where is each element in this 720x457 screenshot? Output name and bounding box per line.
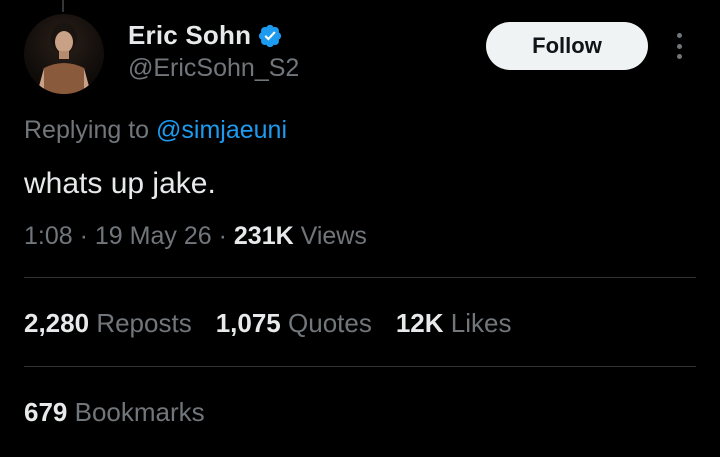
tweet-text: whats up jake. [24, 167, 216, 200]
author-display-name[interactable]: Eric Sohn [128, 20, 251, 51]
reposts-stat[interactable]: 2,280 Reposts [24, 308, 192, 339]
meta-separator: · [218, 222, 227, 250]
engagement-stats: 2,280 Reposts 1,075 Quotes 12K Likes [24, 308, 511, 339]
likes-label: Likes [450, 308, 512, 338]
views-count: 231K [233, 222, 294, 250]
verified-badge-icon [259, 24, 282, 47]
follow-button[interactable]: Follow [486, 22, 648, 70]
more-options-icon[interactable] [668, 30, 690, 62]
tweet-date[interactable]: 19 May 26 [95, 222, 212, 250]
reposts-count: 2,280 [24, 308, 90, 338]
author-handle[interactable]: @EricSohn_S2 [128, 54, 299, 83]
divider [24, 366, 696, 367]
reposts-label: Reposts [96, 308, 192, 338]
tweet-meta: 1:08 · 19 May 26 · 231K Views [24, 222, 367, 251]
avatar[interactable] [24, 14, 104, 94]
quotes-count: 1,075 [215, 308, 281, 338]
quotes-label: Quotes [288, 308, 372, 338]
likes-stat[interactable]: 12K Likes [396, 308, 512, 339]
bookmarks-stat[interactable]: 679 Bookmarks [24, 397, 205, 428]
quotes-stat[interactable]: 1,075 Quotes [216, 308, 372, 339]
meta-separator: · [79, 222, 88, 250]
tweet-time[interactable]: 1:08 [24, 222, 73, 250]
likes-count: 12K [395, 308, 444, 338]
thread-connector-line [62, 0, 64, 12]
replying-prefix: Replying to [24, 116, 157, 144]
more-dot [676, 33, 682, 38]
views-label: Views [300, 222, 367, 250]
author-name-row[interactable]: Eric Sohn [128, 20, 283, 51]
more-dot [676, 43, 682, 49]
bookmarks-count: 679 [24, 397, 68, 427]
bookmarks-label: Bookmarks [74, 397, 205, 427]
replying-to-line: Replying to @simjaeuni [24, 116, 287, 145]
reply-mention-link[interactable]: @simjaeuni [156, 116, 287, 144]
divider [24, 277, 696, 278]
avatar-image [38, 23, 90, 94]
more-dot [676, 54, 682, 59]
